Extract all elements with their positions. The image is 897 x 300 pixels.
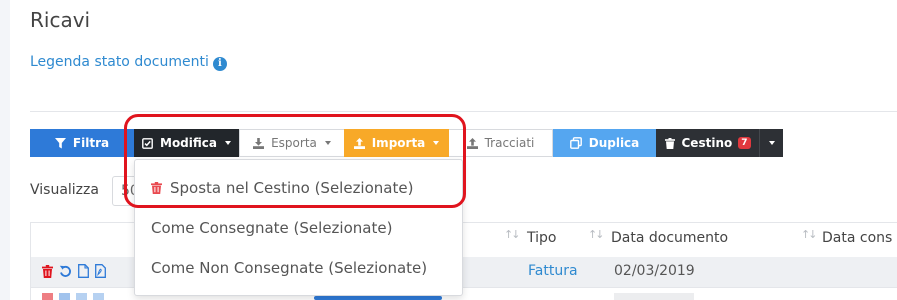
modifica-button-label: Modifica [160, 136, 217, 150]
table-row [614, 293, 694, 300]
left-sidebar-edge [0, 0, 10, 300]
upload-icon [353, 137, 365, 149]
menu-item-come-consegnate[interactable]: Come Consegnate (Selezionate) [135, 208, 462, 248]
info-icon[interactable]: i [212, 57, 227, 71]
cestino-button[interactable]: Cestino 7 [656, 129, 759, 157]
cestino-button-label: Cestino [681, 136, 733, 150]
caret-down-icon [324, 141, 331, 145]
importa-button-label: Importa [371, 136, 426, 150]
menu-item-sposta-nel-cestino[interactable]: Sposta nel Cestino (Selezionate) [135, 168, 462, 208]
tracciati-button-label: Tracciati [484, 136, 535, 150]
check-square-icon [142, 137, 153, 149]
cestino-dropdown-toggle[interactable] [759, 129, 783, 157]
esporta-button[interactable]: Esporta [239, 129, 344, 157]
row-actions [42, 264, 106, 278]
sort-icon[interactable]: ↑↓ [588, 228, 605, 241]
filter-button-label: Filtra [72, 136, 110, 150]
esporta-button-label: Esporta [271, 136, 317, 150]
trash-icon [664, 137, 675, 149]
sort-icon[interactable]: ↑↓ [801, 228, 818, 241]
menu-item-come-non-consegnate[interactable]: Come Non Consegnate (Selezionate) [135, 248, 462, 288]
file-icon[interactable] [78, 264, 89, 278]
page-title: Ricavi [30, 8, 91, 32]
trash-icon[interactable] [42, 293, 53, 300]
filter-icon [54, 137, 66, 148]
status-badge [314, 296, 442, 300]
visualizza-label: Visualizza [30, 182, 99, 198]
legend-link[interactable]: Legenda stato documenti i [30, 54, 227, 71]
upload-icon [466, 137, 478, 149]
file-icon[interactable] [76, 293, 87, 300]
divider [30, 111, 897, 112]
pdf-icon[interactable] [93, 293, 104, 300]
modifica-dropdown-menu: Sposta nel Cestino (Selezionate) Come Co… [134, 159, 463, 296]
sort-icon[interactable]: ↑↓ [504, 228, 521, 241]
refresh-icon[interactable] [59, 293, 70, 300]
menu-item-label: Sposta nel Cestino (Selezionate) [170, 179, 414, 197]
caret-down-icon [769, 141, 775, 145]
duplica-button[interactable]: Duplica [553, 129, 656, 157]
tracciati-button[interactable]: Tracciati [449, 129, 553, 157]
caret-down-icon [225, 141, 231, 145]
modifica-button[interactable]: Modifica [134, 129, 239, 157]
menu-item-label: Come Consegnate (Selezionate) [151, 219, 393, 237]
row-actions [42, 293, 104, 300]
column-header-tipo[interactable]: Tipo [527, 230, 556, 246]
column-header-data-documento[interactable]: Data documento [611, 230, 728, 246]
menu-item-label: Come Non Consegnate (Selezionate) [151, 259, 428, 277]
refresh-icon[interactable] [59, 265, 72, 278]
duplica-button-label: Duplica [588, 136, 640, 150]
cell-data-documento: 02/03/2019 [614, 263, 695, 279]
cestino-count-badge: 7 [738, 137, 751, 149]
action-toolbar: Filtra Modifica Esporta Importa Tracciat… [30, 129, 783, 157]
caret-down-icon [433, 141, 440, 145]
copy-icon [569, 137, 582, 149]
trash-icon [151, 182, 162, 194]
legend-link-label: Legenda stato documenti [30, 54, 209, 70]
pdf-icon[interactable] [95, 264, 106, 278]
download-icon [253, 137, 265, 149]
cell-tipo[interactable]: Fattura [528, 263, 578, 279]
trash-icon[interactable] [42, 264, 53, 278]
importa-button[interactable]: Importa [344, 129, 449, 157]
filter-button[interactable]: Filtra [30, 129, 134, 157]
column-header-data-consegna[interactable]: Data cons [822, 230, 892, 246]
